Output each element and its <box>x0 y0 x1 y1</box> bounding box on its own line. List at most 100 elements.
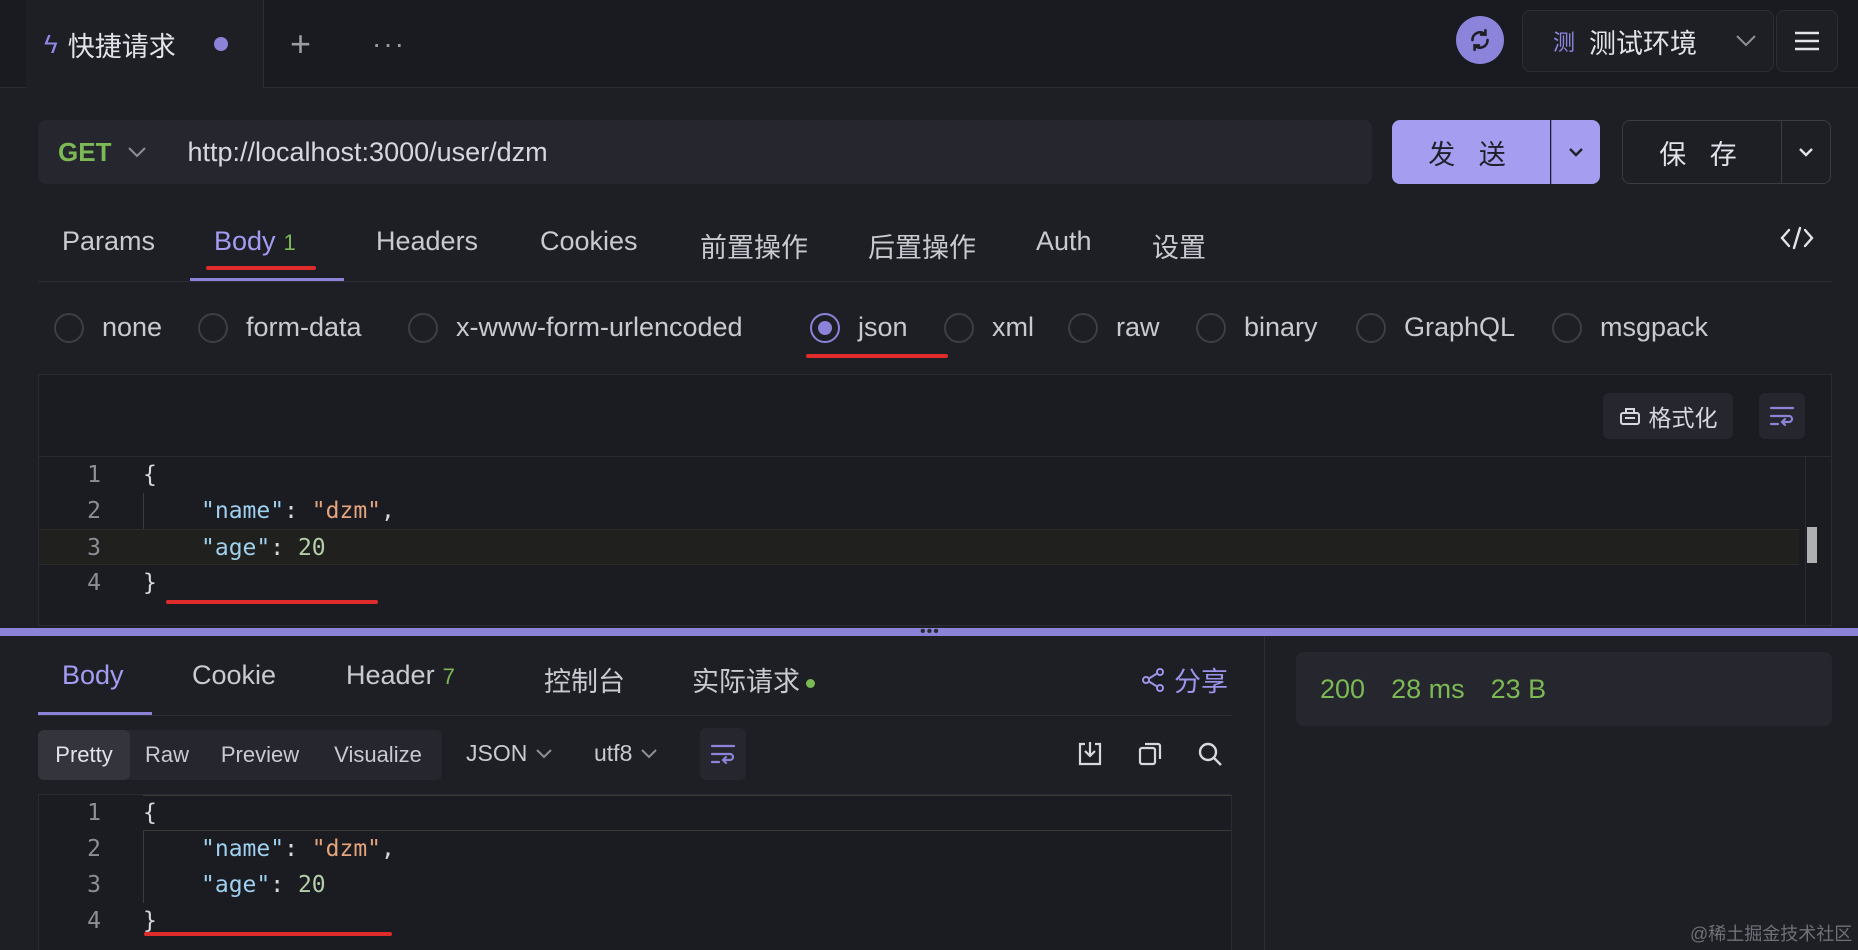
send-button[interactable]: 发 送 <box>1392 120 1550 184</box>
code-line: 4} <box>87 570 157 596</box>
radio-icon <box>1196 312 1226 343</box>
response-tab-console[interactable]: 控制台 <box>544 660 625 699</box>
response-body-viewer[interactable]: 1{ 2 "name": "dzm", 3 "age": 20 4} <box>38 794 1232 950</box>
header-count-badge: 7 <box>442 664 455 689</box>
body-type-urlencoded[interactable]: x-www-form-urlencoded <box>408 312 743 343</box>
editor-scroll-thumb[interactable] <box>1807 527 1817 563</box>
editor-toolbar: 格式化 <box>39 375 1831 457</box>
response-wrap-button[interactable] <box>700 728 746 780</box>
format-icon <box>1619 408 1640 425</box>
tab-body[interactable]: Body 1 <box>214 226 296 257</box>
view-mode-raw[interactable]: Raw <box>130 730 204 780</box>
request-tab[interactable]: ϟ 快捷请求 <box>26 0 264 88</box>
menu-button[interactable] <box>1776 10 1838 72</box>
search-button[interactable] <box>1196 740 1224 773</box>
url-input[interactable] <box>187 136 1288 168</box>
annotation-underline <box>166 600 378 604</box>
response-size: 23 B <box>1490 673 1547 704</box>
radio-selected-icon <box>810 312 840 343</box>
code-snippet-button[interactable] <box>1780 226 1814 255</box>
body-type-none[interactable]: none <box>54 312 162 343</box>
sync-icon <box>1471 28 1489 52</box>
view-mode-visualize[interactable]: Visualize <box>316 730 440 780</box>
chevron-down-icon <box>1799 148 1813 157</box>
hamburger-icon <box>1795 31 1819 51</box>
radio-icon <box>1356 312 1386 343</box>
copy-icon <box>1138 742 1162 766</box>
body-type-form-data[interactable]: form-data <box>198 312 362 343</box>
search-icon <box>1198 742 1222 766</box>
status-dot <box>806 679 815 689</box>
environment-label: 测试环境 <box>1589 28 1698 59</box>
tab-auth[interactable]: Auth <box>1036 226 1092 257</box>
download-icon <box>1078 742 1102 766</box>
tab-params[interactable]: Params <box>62 226 155 257</box>
view-mode-preview[interactable]: Preview <box>204 730 316 780</box>
splitter-grip-icon[interactable]: ••• <box>920 624 940 640</box>
format-select[interactable]: JSON <box>466 740 553 767</box>
view-mode-pretty[interactable]: Pretty <box>38 730 130 780</box>
more-tabs-button[interactable]: ··· <box>372 24 406 64</box>
chevron-down-icon <box>1736 35 1756 47</box>
send-options-button[interactable] <box>1551 120 1600 184</box>
download-button[interactable] <box>1076 740 1104 773</box>
wrap-icon <box>1769 406 1795 427</box>
environment-badge: 测 <box>1553 30 1576 55</box>
share-button[interactable]: 分享 <box>1140 660 1228 699</box>
share-icon <box>1142 667 1164 692</box>
response-time: 28 ms <box>1391 673 1465 704</box>
chevron-down-icon <box>641 749 658 759</box>
body-type-xml[interactable]: xml <box>944 312 1034 343</box>
radio-icon <box>198 312 228 343</box>
copy-button[interactable] <box>1136 740 1164 773</box>
code-line: 2 "name": "dzm", <box>87 836 395 862</box>
chevron-down-icon[interactable] <box>127 146 147 158</box>
status-code: 200 <box>1320 673 1366 704</box>
tab-cookies[interactable]: Cookies <box>540 226 638 257</box>
code-line-active: 3 "age": 20 <box>39 529 1799 565</box>
radio-icon <box>944 312 974 343</box>
response-tab-cookie[interactable]: Cookie <box>192 660 276 691</box>
code-icon <box>1780 226 1814 250</box>
request-tab-label: 快捷请求 <box>67 31 176 62</box>
tab-pre-request[interactable]: 前置操作 <box>700 226 808 265</box>
body-type-json[interactable]: json <box>810 312 908 343</box>
wrap-icon <box>710 744 736 765</box>
method-select[interactable]: GET <box>58 137 111 168</box>
save-button[interactable]: 保 存 <box>1622 120 1782 184</box>
view-mode-segment: Pretty Raw Preview Visualize <box>38 730 442 780</box>
encoding-select[interactable]: utf8 <box>594 740 658 767</box>
annotation-underline <box>206 266 316 270</box>
radio-icon <box>54 312 84 343</box>
radio-icon <box>1068 312 1098 343</box>
request-body-editor[interactable]: 格式化 1{ 2 "name": "dzm", 3 "age": 20 4} <box>38 374 1832 626</box>
active-response-tab-indicator <box>38 712 152 715</box>
chevron-down-icon <box>1569 148 1583 157</box>
annotation-underline <box>806 354 948 358</box>
body-type-msgpack[interactable]: msgpack <box>1552 312 1708 343</box>
chevron-down-icon <box>536 749 553 759</box>
request-tabs: Params Body 1 Headers Cookies 前置操作 后置操作 A… <box>38 206 1832 282</box>
annotation-underline <box>144 932 392 936</box>
radio-icon <box>408 312 438 343</box>
tab-settings[interactable]: 设置 <box>1152 226 1206 265</box>
code-line: 1{ <box>87 462 157 488</box>
response-tab-body[interactable]: Body <box>62 660 124 691</box>
active-tab-indicator <box>190 278 344 281</box>
response-tab-header[interactable]: Header 7 <box>346 660 455 691</box>
save-options-button[interactable] <box>1781 120 1831 184</box>
tab-post-request[interactable]: 后置操作 <box>868 226 976 265</box>
response-tabs: Body Cookie Header 7 控制台 实际请求 <box>38 640 1232 716</box>
body-type-binary[interactable]: binary <box>1196 312 1318 343</box>
response-tab-actual-request[interactable]: 实际请求 <box>692 660 815 699</box>
unsaved-dot <box>213 37 228 51</box>
code-line: 3 "age": 20 <box>87 872 326 898</box>
format-button[interactable]: 格式化 <box>1603 393 1733 439</box>
body-type-graphql[interactable]: GraphQL <box>1356 312 1515 343</box>
environment-selector[interactable]: 测 测试环境 <box>1522 10 1774 72</box>
tab-headers[interactable]: Headers <box>376 226 478 257</box>
sync-button[interactable] <box>1456 16 1504 64</box>
add-tab-button[interactable]: + <box>290 24 311 64</box>
word-wrap-button[interactable] <box>1759 393 1805 439</box>
body-type-raw[interactable]: raw <box>1068 312 1160 343</box>
